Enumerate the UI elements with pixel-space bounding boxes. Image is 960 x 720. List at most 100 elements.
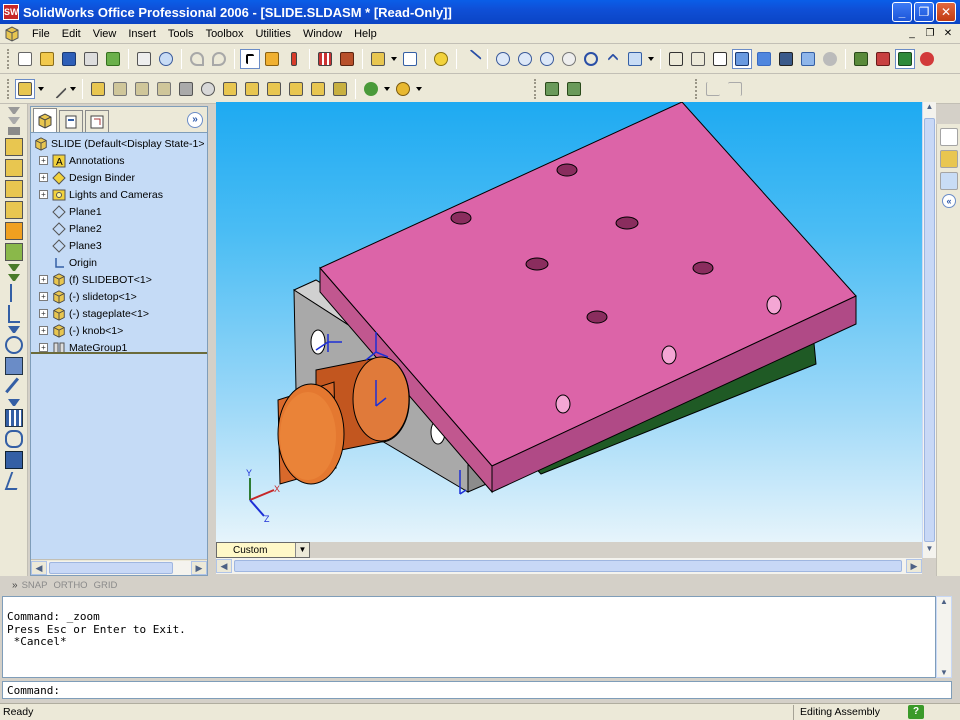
toolbox-icon[interactable] [873,49,893,69]
point-icon[interactable] [10,284,20,302]
zoom-to-fit-icon[interactable] [493,49,513,69]
component-options-icon[interactable] [368,49,388,69]
interference-detection-icon[interactable] [330,79,350,99]
menu-insert[interactable]: Insert [122,28,162,40]
new-document-icon[interactable] [15,49,35,69]
file-explorer-icon[interactable] [940,172,958,190]
scroll-left-icon[interactable]: ◀ [31,560,47,575]
shaded-icon[interactable] [754,49,774,69]
scroll-thumb[interactable] [924,118,935,542]
menu-view[interactable]: View [87,28,123,40]
snap-bar-grip-icon[interactable]: » [12,580,18,591]
rollback-bar[interactable] [31,352,207,354]
task-pane-collapse-icon[interactable]: « [942,194,956,208]
rotate-view-icon[interactable] [581,49,601,69]
doc-close-button[interactable]: ✕ [940,27,956,41]
minimize-button[interactable]: _ [892,2,912,22]
dropdown-arrow-icon[interactable] [383,79,391,99]
no-external-references-icon[interactable] [176,79,196,99]
menu-help[interactable]: Help [348,28,383,40]
section-view-icon[interactable] [798,49,818,69]
tree-root[interactable]: SLIDE (Default<Display State-1> [31,135,207,152]
toolbar-grip[interactable] [7,48,11,69]
rotate-component-icon[interactable] [242,79,262,99]
panel-expand-icon[interactable]: » [187,112,203,128]
expand-toggle-icon[interactable]: + [39,292,48,301]
assembly-model[interactable]: Y X Z [216,102,922,542]
command-input[interactable] [59,683,951,697]
dropdown-arrow-icon[interactable] [69,79,77,99]
move-component-icon[interactable] [220,79,240,99]
step-icon[interactable] [703,79,723,99]
maximize-button[interactable]: ❐ [914,2,934,22]
view-orientation-dropdown[interactable]: Custom ▼ [216,542,310,558]
cosmos-icon[interactable] [895,48,915,69]
doc-minimize-button[interactable]: _ [904,27,920,41]
insert-component-icon[interactable] [88,79,108,99]
menu-edit[interactable]: Edit [56,28,87,40]
zoom-to-area-icon[interactable] [515,49,535,69]
filter-icon[interactable] [8,107,20,114]
smart-mates-icon[interactable] [564,79,584,99]
help-icon[interactable]: ? [908,705,924,719]
menu-toolbox[interactable]: Toolbox [200,28,250,40]
graphics-area[interactable]: Y X Z [216,102,922,542]
toolbar-grip[interactable] [534,78,538,99]
grid-icon[interactable] [315,49,335,69]
select-arrow-icon[interactable] [240,48,260,69]
doc-restore-button[interactable]: ❐ [922,27,938,41]
open-folder-icon[interactable] [37,49,57,69]
tab-feature-manager[interactable] [33,108,57,132]
expand-toggle-icon[interactable]: + [39,343,48,352]
percent-icon[interactable] [47,78,67,99]
extrude-icon[interactable] [5,138,23,156]
pulse-icon[interactable] [725,79,745,99]
toolbar-grip[interactable] [695,78,699,99]
edit-component-icon[interactable] [15,78,35,99]
gear-icon[interactable] [393,79,413,99]
tree-item[interactable]: + (-) stageplate<1> [31,305,207,322]
solidworks-logo-icon[interactable]: SW [3,4,19,20]
expand-toggle-icon[interactable]: + [39,190,48,199]
reference-axis-icon[interactable] [8,305,20,323]
ortho-toggle[interactable]: ORTHO [53,580,87,591]
traffic-light-icon[interactable] [284,49,304,69]
tree-item[interactable]: + (f) SLIDEBOT<1> [31,271,207,288]
assembly-features-icon[interactable] [361,79,381,99]
shell-icon[interactable] [5,451,23,469]
view-orientation-icon[interactable] [625,49,645,69]
mate-icon[interactable] [198,79,218,99]
menu-utilities[interactable]: Utilities [249,28,296,40]
expand-toggle-icon[interactable]: + [39,326,48,335]
command-history-scrollbar[interactable]: ▲ ▼ [936,596,952,678]
tree-item[interactable]: + (-) knob<1> [31,322,207,339]
filter-faces-icon[interactable] [8,127,20,135]
brick-wall-icon[interactable] [337,49,357,69]
grid-toggle[interactable]: GRID [94,580,118,591]
menu-file[interactable]: File [26,28,56,40]
explode-line-sketch-icon[interactable] [308,79,328,99]
viewport-vertical-scrollbar[interactable]: ▲ ▼ [922,102,936,558]
revolve-icon[interactable] [5,159,23,177]
filter-arrow-icon[interactable] [8,117,20,124]
realview-icon[interactable] [820,49,840,69]
undo-icon[interactable] [187,49,207,69]
document-icon[interactable] [4,25,20,42]
shaded-with-edges-icon[interactable] [732,48,752,69]
smart-fasteners-icon[interactable] [264,79,284,99]
options-icon[interactable] [103,49,123,69]
hidden-lines-removed-icon[interactable] [710,49,730,69]
dropdown-arrow-icon[interactable] [37,79,45,99]
scroll-up-icon[interactable]: ▲ [923,102,936,116]
scroll-track[interactable] [47,560,191,575]
zoom-in-out-icon[interactable] [537,49,557,69]
scroll-right-icon[interactable]: ▶ [906,559,922,573]
edit-component-part-icon[interactable] [154,79,174,99]
print-icon[interactable] [81,49,101,69]
save-icon[interactable] [59,49,79,69]
filter-vertices-icon[interactable] [8,274,20,281]
menu-window[interactable]: Window [297,28,348,40]
viewport-horizontal-scrollbar[interactable]: ◀ ▶ [216,558,922,574]
mirror-icon[interactable] [5,430,23,448]
print-preview-icon[interactable] [134,49,154,69]
